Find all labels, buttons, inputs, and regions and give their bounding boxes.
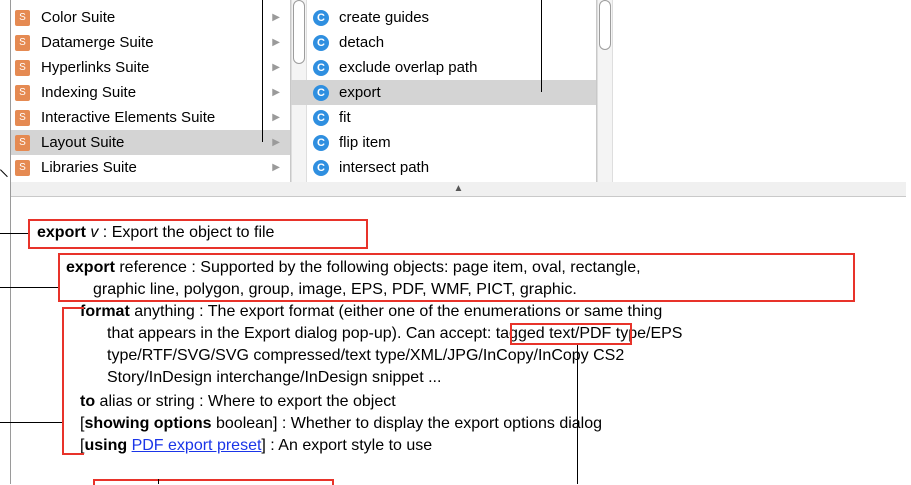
suite-label: Interactive Elements Suite	[41, 109, 216, 126]
collapse-arrow-icon[interactable]: ▲	[454, 183, 464, 194]
using-param-desc: ] : An export style to use	[261, 437, 433, 454]
to-param-name: to	[80, 393, 96, 410]
command-item[interactable]: Cflip item	[291, 130, 596, 155]
using-param: [using PDF export preset] : An export st…	[80, 437, 432, 455]
command-icon: C	[313, 160, 329, 176]
to-param: to alias or string : Where to export the…	[80, 393, 396, 411]
suite-icon: S	[15, 35, 30, 51]
command-label: detach	[339, 34, 385, 51]
suites-column[interactable]: S Color Suite ▶ S Datamerge Suite ▶ S Hyperlink…	[11, 0, 291, 182]
disclosure-arrow-icon: ▶	[272, 12, 280, 23]
showing-param-name: showing options	[84, 415, 212, 432]
disclosure-arrow-icon: ▶	[272, 162, 280, 173]
suite-icon: S	[15, 60, 30, 76]
command-label: create guides	[339, 9, 430, 26]
command-label: intersect path	[339, 159, 430, 176]
pane-splitter[interactable]: ▲	[11, 182, 906, 197]
suite-label: Datamerge Suite	[41, 34, 154, 51]
pdf-export-preset-link[interactable]: PDF export preset	[132, 437, 262, 454]
annotation-bracket-top	[62, 307, 84, 309]
command-item[interactable]: Cexclude overlap path	[291, 55, 596, 80]
disclosure-arrow-icon: ▶	[272, 37, 280, 48]
suite-item[interactable]: S Layout Suite ▶	[11, 130, 290, 155]
command-icon: C	[313, 60, 329, 76]
format-param-cont: Story/InDesign interchange/InDesign snip…	[107, 369, 442, 386]
annotation-box-can-accept	[510, 323, 632, 345]
leader-line	[577, 345, 578, 484]
command-item[interactable]: Cexport	[291, 80, 596, 105]
command-label: fit	[339, 109, 351, 126]
commands-column[interactable]: Ccreate guides Cdetach Cexclude overlap pa…	[291, 0, 597, 182]
annotation-box-link	[93, 479, 334, 485]
annotation-bracket-bottom	[62, 453, 84, 455]
command-item[interactable]: Ccreate guides	[291, 5, 596, 30]
suite-item[interactable]: S Indexing Suite ▶	[11, 80, 290, 105]
annotation-bracket	[62, 307, 64, 455]
scroll-thumb[interactable]	[599, 0, 611, 50]
leader-line	[0, 169, 8, 178]
empty-column-scrollbar[interactable]	[597, 0, 613, 182]
disclosure-arrow-icon: ▶	[272, 112, 280, 123]
command-item[interactable]: Cfit	[291, 105, 596, 130]
annotation-box-title	[28, 219, 368, 249]
to-param-desc: alias or string : Where to export the ob…	[95, 393, 396, 410]
suite-item[interactable]: S Color Suite ▶	[11, 5, 290, 30]
empty-column[interactable]	[597, 0, 906, 182]
using-param-name: using	[84, 437, 128, 454]
command-icon: C	[313, 85, 329, 101]
showing-param: [showing options boolean] : Whether to d…	[80, 415, 602, 433]
suite-icon: S	[15, 160, 30, 176]
command-icon: C	[313, 110, 329, 126]
leader-line	[262, 0, 263, 142]
command-item[interactable]: Cintersect path	[291, 155, 596, 180]
disclosure-arrow-icon: ▶	[272, 87, 280, 98]
showing-param-desc: boolean] : Whether to display the export…	[211, 415, 603, 432]
suite-label: Layout Suite	[41, 134, 125, 151]
leader-line	[0, 422, 62, 423]
command-icon: C	[313, 135, 329, 151]
leader-line	[0, 233, 28, 234]
suite-icon: S	[15, 110, 30, 126]
suite-label: Indexing Suite	[41, 84, 137, 101]
suite-item[interactable]: S Hyperlinks Suite ▶	[11, 55, 290, 80]
format-param: format anything : The export format (eit…	[80, 303, 662, 321]
format-desc-part: that appears in the Export dialog pop-up…	[107, 325, 402, 342]
can-accept-label: Can accept:	[405, 325, 492, 342]
format-param-desc: anything : The export format (either one…	[129, 303, 663, 320]
suite-item[interactable]: S Libraries Suite ▶	[11, 155, 290, 180]
command-icon: C	[313, 35, 329, 51]
suite-icon: S	[15, 85, 30, 101]
suite-label: Libraries Suite	[41, 159, 137, 176]
suite-icon: S	[15, 135, 30, 151]
suite-label: Hyperlinks Suite	[41, 59, 150, 76]
leader-line	[0, 287, 58, 288]
command-icon: C	[313, 10, 329, 26]
annotation-box-direct	[58, 253, 855, 302]
command-label: exclude overlap path	[339, 59, 478, 76]
command-label: flip item	[339, 134, 391, 151]
command-label: export	[339, 84, 381, 101]
format-param-cont: type/RTF/SVG/SVG compressed/text type/XM…	[107, 347, 625, 364]
suite-item[interactable]: S Datamerge Suite ▶	[11, 30, 290, 55]
disclosure-arrow-icon: ▶	[272, 137, 280, 148]
suite-label: Color Suite	[41, 9, 116, 26]
suite-icon: S	[15, 10, 30, 26]
leader-line	[541, 0, 542, 92]
leader-line	[158, 479, 159, 484]
format-param-name: format	[80, 303, 130, 320]
suite-item[interactable]: S Interactive Elements Suite ▶	[11, 105, 290, 130]
command-item[interactable]: Cdetach	[291, 30, 596, 55]
column-browser: S Color Suite ▶ S Datamerge Suite ▶ S Hyperlink…	[11, 0, 906, 183]
disclosure-arrow-icon: ▶	[272, 62, 280, 73]
